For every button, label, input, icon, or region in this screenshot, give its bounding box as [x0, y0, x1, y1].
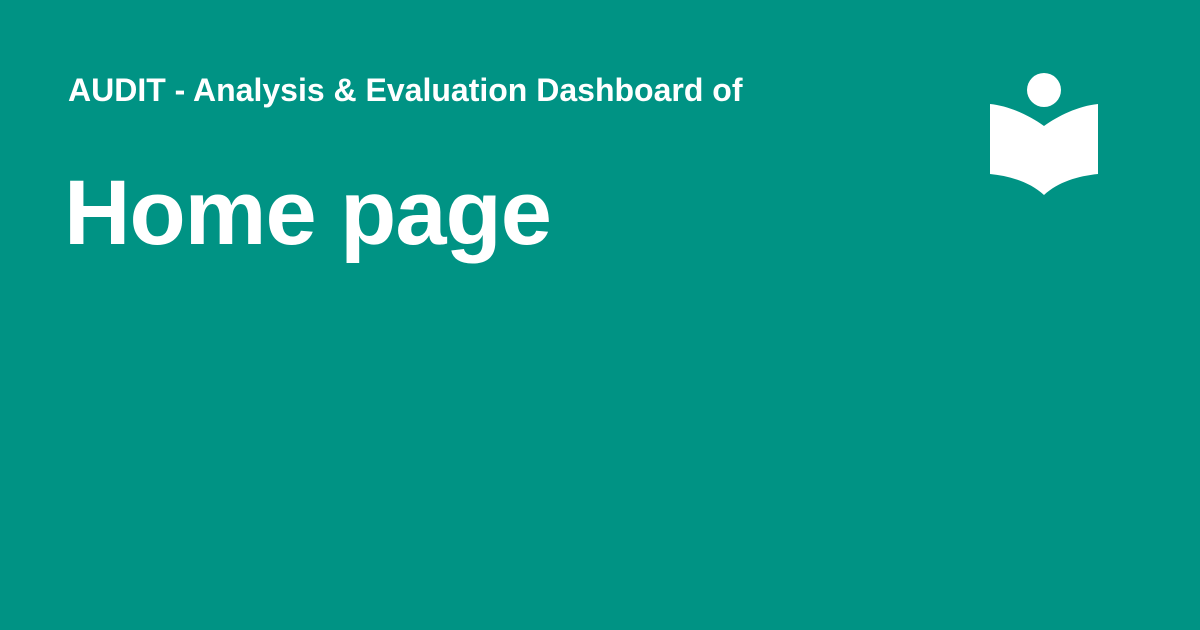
page-title: Home page	[64, 162, 552, 264]
reader-book-icon	[988, 70, 1100, 198]
page-subtitle: AUDIT - Analysis & Evaluation Dashboard …	[68, 72, 743, 108]
social-card: AUDIT - Analysis & Evaluation Dashboard …	[0, 0, 1200, 630]
